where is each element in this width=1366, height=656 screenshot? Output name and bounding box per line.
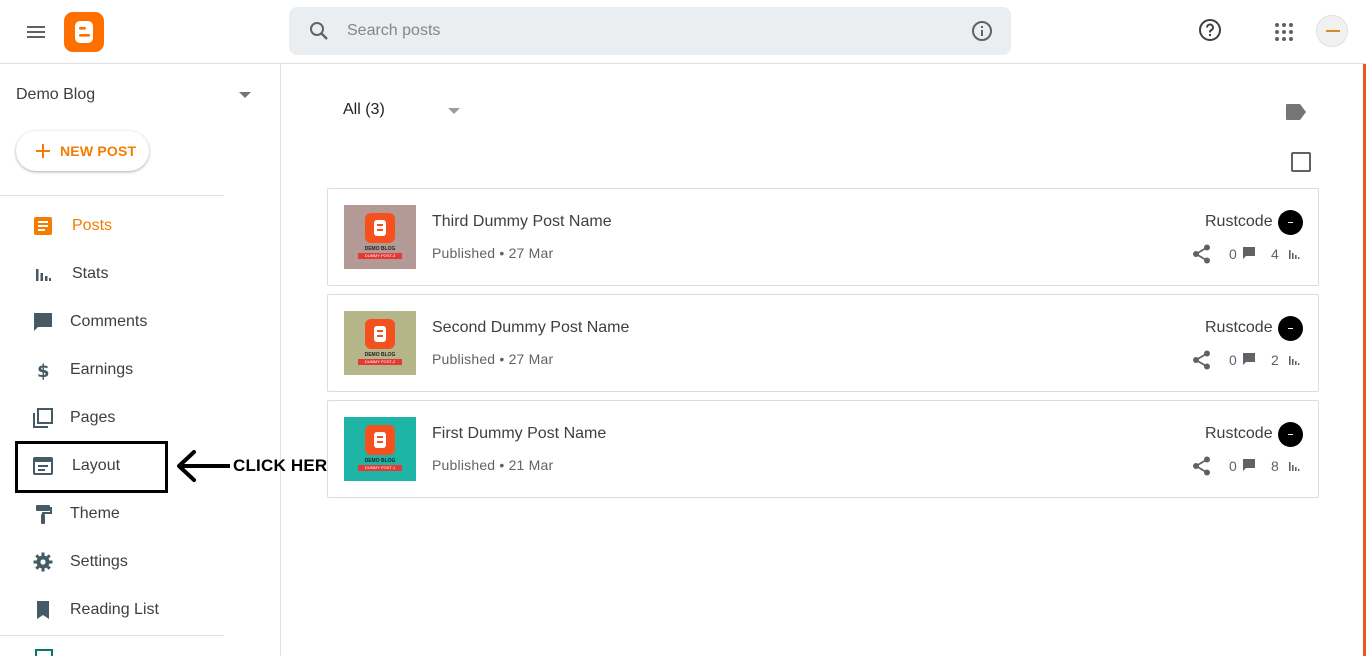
new-post-label: NEW POST	[60, 143, 137, 159]
svg-text:$: $	[37, 361, 50, 381]
plus-icon	[34, 142, 52, 160]
gear-icon	[32, 551, 54, 573]
sidebar-item-earnings[interactable]: $ Earnings	[0, 351, 224, 391]
sidebar-item-settings[interactable]: Settings	[0, 543, 224, 583]
thumbnail-ribbon: DUMMY POST-1	[358, 465, 402, 471]
post-author: Rustcode	[1205, 213, 1273, 230]
view-count: 8	[1271, 458, 1279, 474]
comment-icon	[1242, 458, 1256, 472]
thumbnail-ribbon: DUMMY POST-2	[358, 359, 402, 365]
post-card[interactable]: DEMO BLOG DUMMY POST-1 First Dummy Post Na…	[327, 400, 1319, 498]
account-avatar[interactable]	[1316, 15, 1348, 47]
sidebar-item-comments[interactable]: Comments	[0, 303, 224, 343]
view-count: 2	[1271, 352, 1279, 368]
top-app-bar	[0, 0, 1366, 64]
stats-icon	[32, 263, 54, 285]
thumbnail-caption: DEMO BLOG	[364, 246, 396, 252]
stats-icon	[1288, 459, 1300, 471]
comment-count: 0	[1229, 458, 1237, 474]
sidebar-item-pages[interactable]: Pages	[0, 399, 224, 439]
thumbnail-caption: DEMO BLOG	[364, 458, 396, 464]
blog-selector[interactable]: Demo Blog	[16, 84, 256, 108]
comment-count: 0	[1229, 352, 1237, 368]
author-avatar	[1278, 210, 1303, 235]
blogger-logo-icon	[365, 425, 395, 455]
sidebar-item-label: Reading List	[70, 601, 159, 618]
sidebar-item-label: Earnings	[70, 361, 134, 378]
post-thumbnail: DEMO BLOG DUMMY POST-3	[344, 205, 416, 269]
dollar-icon: $	[32, 359, 54, 382]
search-bar	[289, 7, 1011, 55]
post-card[interactable]: DEMO BLOG DUMMY POST-2 Second Dummy Post N…	[327, 294, 1319, 392]
sidebar-item-posts[interactable]: Posts	[0, 207, 224, 247]
blogger-logo-icon[interactable]	[64, 12, 104, 52]
post-author: Rustcode	[1205, 425, 1273, 442]
sidebar-item-label: Pages	[70, 409, 116, 426]
post-card[interactable]: DEMO BLOG DUMMY POST-3 Third Dummy Post Na…	[327, 188, 1319, 286]
share-icon[interactable]	[1191, 455, 1213, 477]
post-status: Published • 21 Mar	[432, 457, 554, 473]
bookmark-icon	[32, 599, 54, 621]
sidebar-item-label: Settings	[70, 553, 128, 570]
view-blog-icon[interactable]	[34, 648, 54, 656]
sidebar-item-label: Comments	[70, 313, 148, 330]
sidebar-item-stats[interactable]: Stats	[0, 255, 224, 295]
dropdown-caret-icon	[239, 92, 251, 98]
search-input[interactable]	[347, 19, 947, 43]
sidebar-item-label: Theme	[70, 505, 120, 522]
author-avatar	[1278, 316, 1303, 341]
thumbnail-caption: DEMO BLOG	[364, 352, 396, 358]
divider	[0, 635, 224, 636]
blogger-logo-icon	[365, 213, 395, 243]
sidebar-item-label: Posts	[72, 217, 113, 234]
comment-icon	[1242, 246, 1256, 260]
new-post-button[interactable]: NEW POST	[16, 131, 149, 171]
post-title[interactable]: First Dummy Post Name	[432, 425, 606, 443]
comments-icon	[32, 311, 54, 333]
help-icon[interactable]	[1198, 18, 1222, 42]
sidebar-item-label: Stats	[72, 265, 109, 282]
post-status: Published • 27 Mar	[432, 351, 554, 367]
post-filter-dropdown[interactable]: All (3)	[343, 101, 473, 123]
click-here-annotation: CLICK HERE	[233, 456, 339, 475]
blogger-logo-icon	[365, 319, 395, 349]
info-icon[interactable]	[971, 20, 993, 42]
pages-icon	[32, 407, 54, 429]
post-thumbnail: DEMO BLOG DUMMY POST-2	[344, 311, 416, 375]
share-icon[interactable]	[1191, 243, 1213, 265]
paint-roller-icon	[32, 503, 54, 525]
post-title[interactable]: Third Dummy Post Name	[432, 213, 612, 231]
label-tag-icon[interactable]	[1285, 103, 1307, 121]
post-status: Published • 27 Mar	[432, 245, 554, 261]
divider	[0, 195, 224, 196]
layout-highlight-box	[15, 441, 168, 493]
search-icon[interactable]	[307, 19, 331, 43]
comment-count: 0	[1229, 246, 1237, 262]
apps-grid-icon[interactable]	[1273, 21, 1295, 43]
stats-icon	[1288, 247, 1300, 259]
view-count: 4	[1271, 246, 1279, 262]
thumbnail-ribbon: DUMMY POST-3	[358, 253, 402, 259]
posts-icon	[32, 215, 54, 237]
comment-icon	[1242, 352, 1256, 366]
stats-icon	[1288, 353, 1300, 365]
sidebar-item-reading-list[interactable]: Reading List	[0, 591, 224, 631]
post-author: Rustcode	[1205, 319, 1273, 336]
post-thumbnail: DEMO BLOG DUMMY POST-1	[344, 417, 416, 481]
hamburger-menu-icon[interactable]	[24, 20, 48, 44]
sidebar: Demo Blog NEW POST Posts Stats Comments …	[0, 64, 281, 656]
author-avatar	[1278, 422, 1303, 447]
dropdown-caret-icon	[448, 108, 460, 114]
share-icon[interactable]	[1191, 349, 1213, 371]
sidebar-item-theme[interactable]: Theme	[0, 495, 224, 535]
filter-label: All (3)	[343, 101, 385, 118]
select-all-checkbox[interactable]	[1291, 152, 1311, 172]
blog-name: Demo Blog	[16, 86, 96, 103]
post-title[interactable]: Second Dummy Post Name	[432, 319, 629, 337]
arrow-left-icon	[174, 449, 232, 483]
